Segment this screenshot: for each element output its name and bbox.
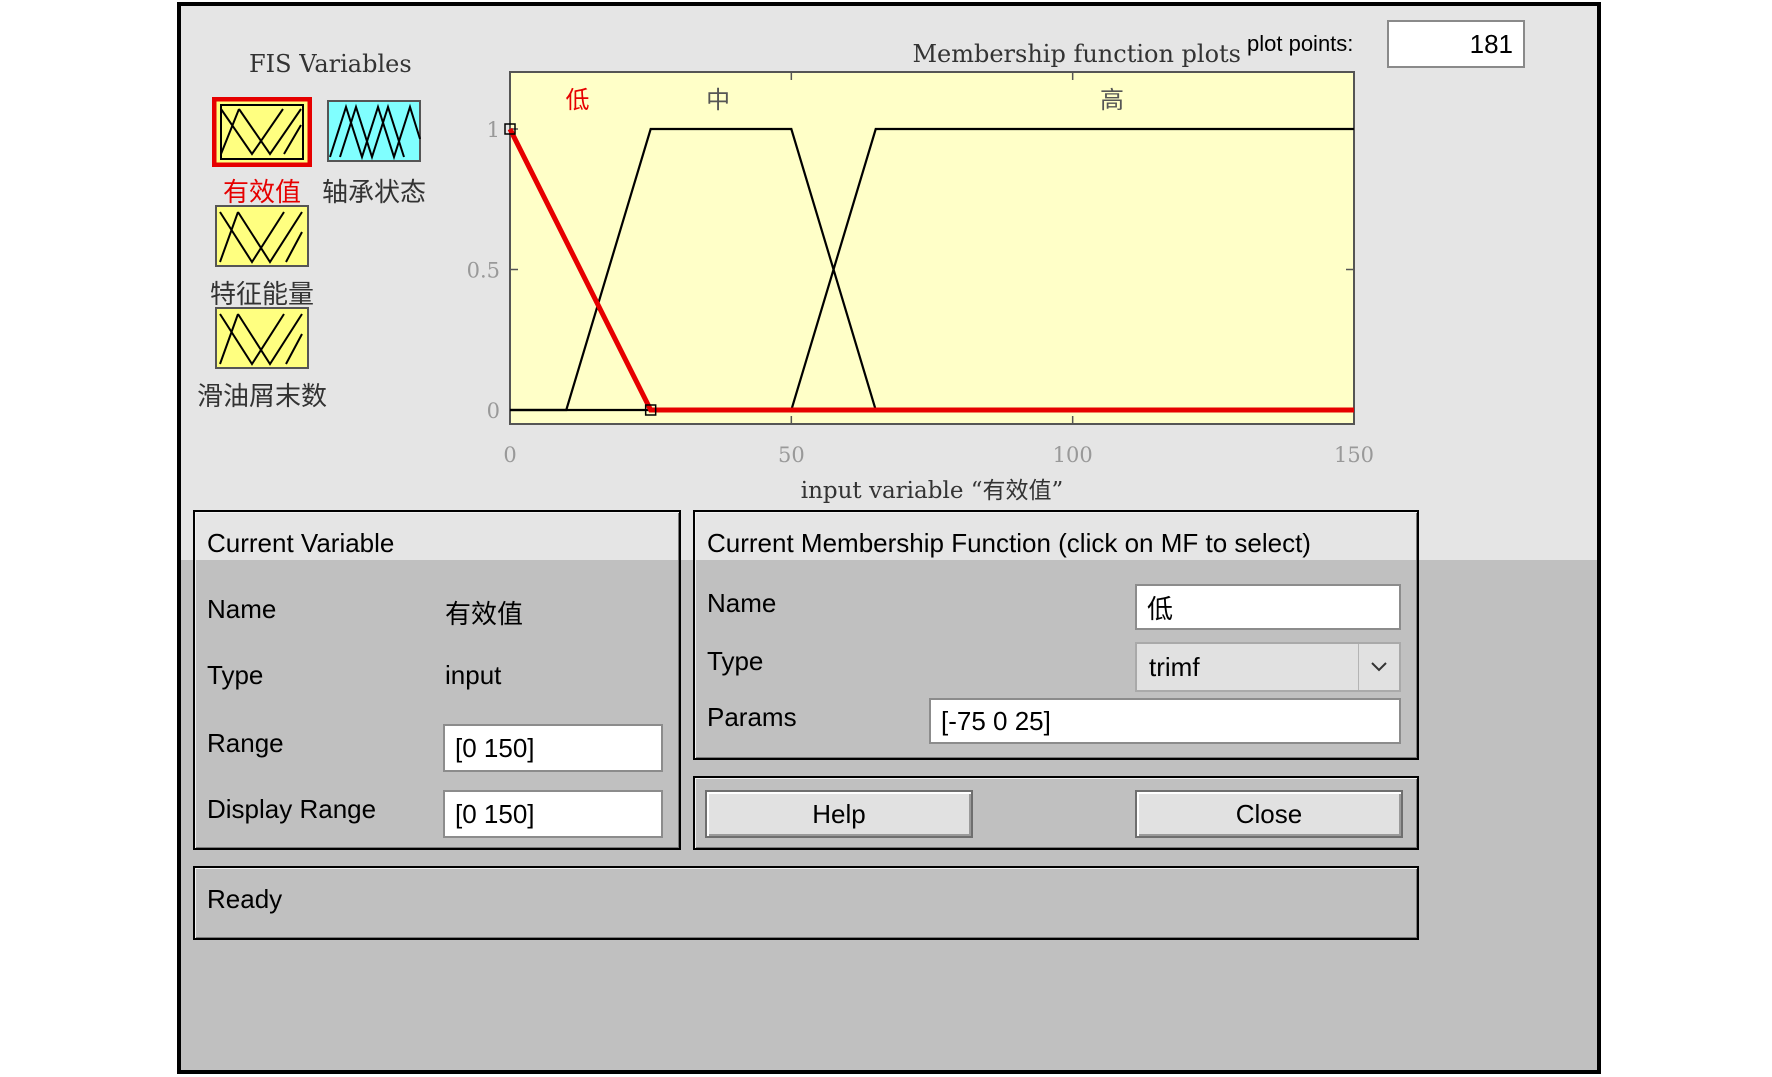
y-tick-label: 0 [487, 399, 500, 423]
mf-type-value: trimf [1149, 651, 1200, 682]
help-button[interactable]: Help [705, 790, 973, 838]
buttons-panel: Help Close [693, 776, 1419, 850]
mf-label[interactable]: 高 [1100, 86, 1124, 114]
x-axis-label: input variable “有效值” [801, 478, 1064, 504]
current-variable-panel: Current Variable Name 有效值 Type input Ran… [193, 510, 681, 850]
mf-label[interactable]: 中 [706, 86, 730, 114]
range-input[interactable]: [0 150] [443, 724, 663, 772]
x-tick-label: 50 [778, 443, 805, 467]
mf-params-input[interactable]: [-75 0 25] [929, 698, 1401, 744]
membership-function-editor-window: FIS Variables 有效值 轴承状态 特征能量 滑油屑末数 Member… [177, 2, 1601, 1074]
status-bar: Ready [193, 866, 1419, 940]
current-mf-title: Current Membership Function (click on MF… [707, 528, 1311, 558]
range-label: Range [207, 728, 284, 758]
variable-name-label: Name [207, 594, 277, 624]
plot-area-background [509, 71, 1355, 425]
y-tick-label: 1 [487, 118, 500, 142]
top-area: FIS Variables 有效值 轴承状态 特征能量 滑油屑末数 Member… [181, 6, 1597, 560]
close-button[interactable]: Close [1135, 790, 1403, 838]
mf-params-label: Params [707, 702, 797, 732]
mf-type-select[interactable]: trimf [1135, 642, 1401, 692]
mf-label[interactable]: 低 [566, 86, 590, 114]
variable-type-label: Type [207, 660, 264, 690]
y-tick-label: 0.5 [467, 259, 500, 283]
status-text: Ready [207, 884, 283, 914]
chevron-down-icon[interactable] [1358, 644, 1399, 690]
membership-function-plot[interactable]: 0 50 100 150 0 0.5 1 低 中 高 input variable “有效值” [181, 6, 1597, 560]
variable-type-value: input [445, 660, 502, 690]
current-variable-title: Current Variable [207, 528, 395, 558]
mf-name-label: Name [707, 588, 777, 618]
x-tick-label: 150 [1334, 443, 1374, 467]
display-range-label: Display Range [207, 794, 377, 824]
mf-name-input[interactable]: 低 [1135, 584, 1401, 630]
x-tick-label: 100 [1053, 443, 1093, 467]
mf-type-label: Type [707, 646, 764, 676]
display-range-input[interactable]: [0 150] [443, 790, 663, 838]
variable-name-value: 有效值 [445, 599, 524, 629]
x-tick-label: 0 [503, 443, 516, 467]
current-mf-panel: Current Membership Function (click on MF… [693, 510, 1419, 760]
